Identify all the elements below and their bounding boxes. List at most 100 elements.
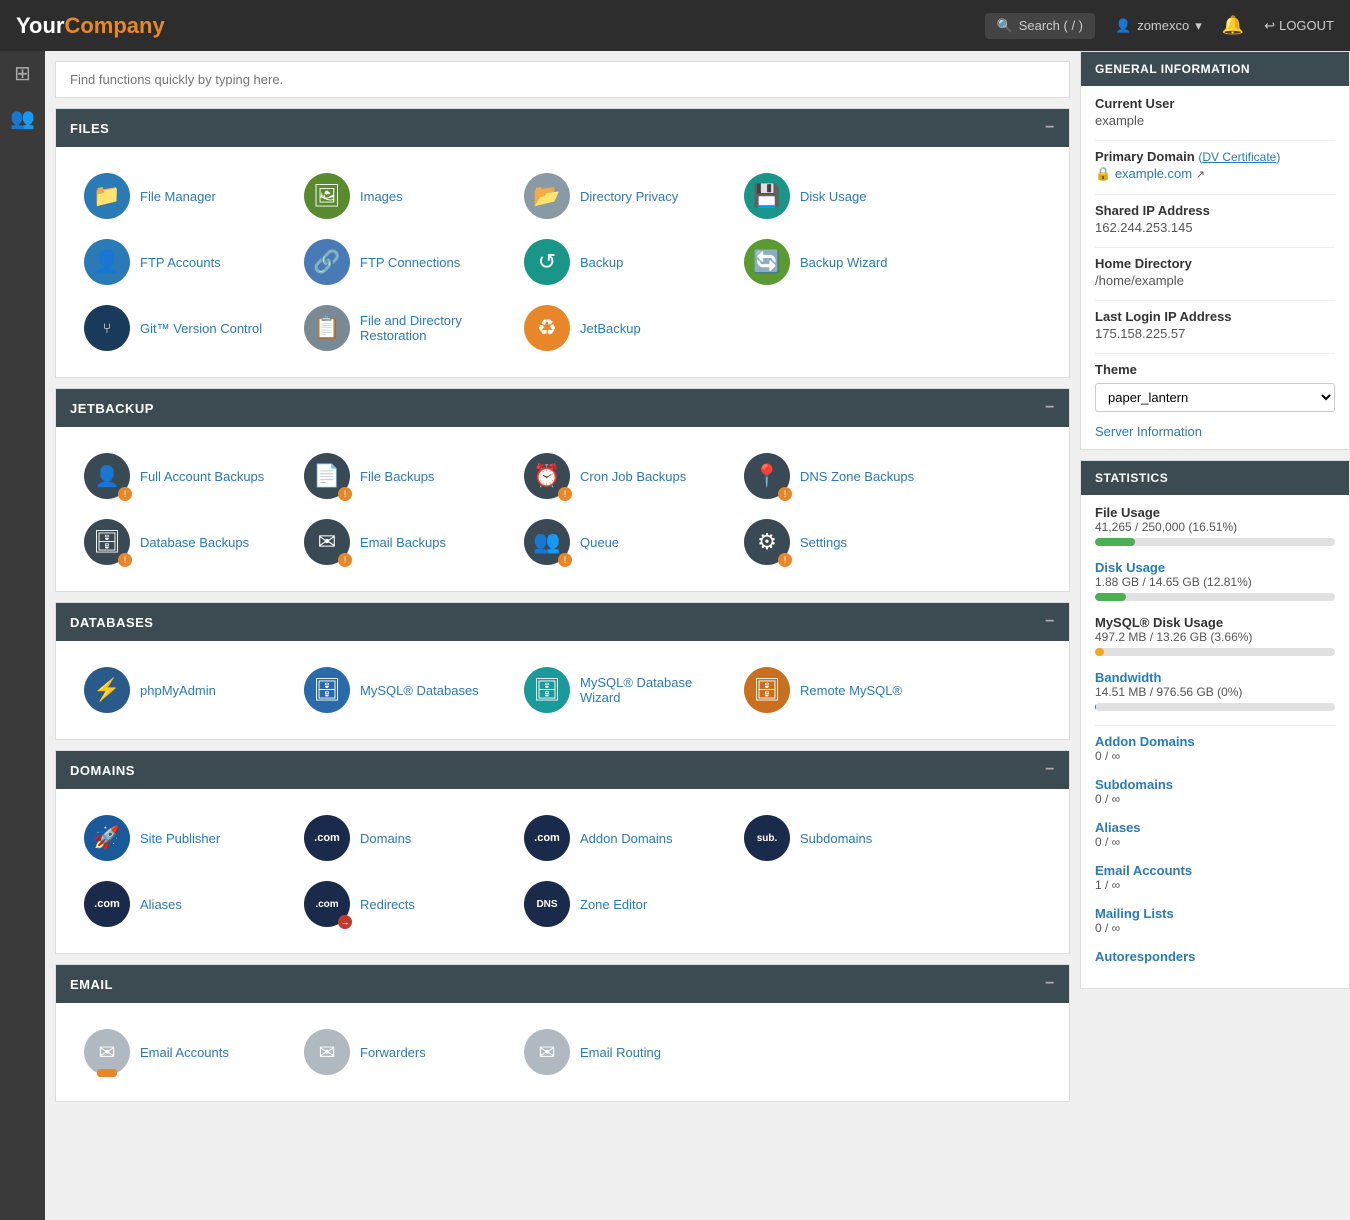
email-accounts-item[interactable]: ✉ Email Accounts (76, 1019, 296, 1085)
email-backups-label: Email Backups (360, 535, 446, 550)
subdomains-stat-link[interactable]: Subdomains (1095, 777, 1173, 792)
directory-privacy-item[interactable]: 📂 Directory Privacy (516, 163, 736, 229)
disk-usage-progress (1095, 593, 1335, 601)
ftp-accounts-item[interactable]: 👤 FTP Accounts (76, 229, 296, 295)
shared-ip-value: 162.244.253.145 (1095, 220, 1335, 235)
email-routing-item[interactable]: ✉ Email Routing (516, 1019, 736, 1085)
mailing-lists-stat-link[interactable]: Mailing Lists (1095, 906, 1174, 921)
search-box[interactable]: 🔍 Search ( / ) (985, 13, 1095, 39)
site-publisher-item[interactable]: 🚀 Site Publisher (76, 805, 296, 871)
shared-ip-row: Shared IP Address 162.244.253.145 (1095, 203, 1335, 235)
logo-company: Company (64, 13, 164, 38)
mailing-lists-stat: Mailing Lists 0 / ∞ (1095, 906, 1335, 935)
general-info-panel: GENERAL INFORMATION Current User example… (1080, 51, 1350, 450)
quick-find-input[interactable] (56, 62, 1069, 97)
git-version-control-item[interactable]: ⑂ Git™ Version Control (76, 295, 296, 361)
mysql-databases-item[interactable]: 🗄 MySQL® Databases (296, 657, 516, 723)
email-section-header[interactable]: EMAIL − (56, 965, 1069, 1003)
mysql-database-wizard-item[interactable]: 🗄 MySQL® Database Wizard (516, 657, 736, 723)
redirects-item[interactable]: .com → Redirects (296, 871, 516, 937)
statistics-title: STATISTICS (1095, 471, 1168, 485)
disk-usage-link[interactable]: Disk Usage (1095, 560, 1165, 575)
forwarders-item[interactable]: ✉ Forwarders (296, 1019, 516, 1085)
email-accounts-stat-link[interactable]: Email Accounts (1095, 863, 1192, 878)
redirects-icon: .com → (304, 881, 350, 927)
general-info-title: GENERAL INFORMATION (1095, 62, 1250, 76)
notification-icon[interactable]: 🔔 (1222, 15, 1244, 36)
domains-item[interactable]: .com Domains (296, 805, 516, 871)
domains-title: DOMAINS (70, 763, 135, 778)
subdomains-item[interactable]: sub. Subdomains (736, 805, 956, 871)
backup-wizard-item[interactable]: 🔄 Backup Wizard (736, 229, 956, 295)
theme-select[interactable]: paper_lantern (1095, 383, 1335, 412)
files-section-header[interactable]: FILES − (56, 109, 1069, 147)
databases-section-header[interactable]: DATABASES − (56, 603, 1069, 641)
disk-usage-item[interactable]: 💾 Disk Usage (736, 163, 956, 229)
file-usage-label: File Usage (1095, 505, 1335, 520)
domains-section: DOMAINS − 🚀 Site Publisher .com Domains … (55, 750, 1070, 954)
user-menu[interactable]: 👤 zomexco ▾ (1115, 18, 1202, 34)
settings-item[interactable]: ⚙ ! Settings (736, 509, 956, 575)
home-dir-value: /home/example (1095, 273, 1335, 288)
bandwidth-link[interactable]: Bandwidth (1095, 670, 1161, 685)
redirects-label: Redirects (360, 897, 415, 912)
jetbackup-section-header[interactable]: JETBACKUP − (56, 389, 1069, 427)
email-routing-icon: ✉ (524, 1029, 570, 1075)
jetbackup-item[interactable]: ♻ JetBackup (516, 295, 736, 361)
phpmyadmin-item[interactable]: ⚡ phpMyAdmin (76, 657, 296, 723)
dv-cert-link[interactable]: DV Certificate (1202, 150, 1276, 164)
backup-item[interactable]: ↺ Backup (516, 229, 736, 295)
bandwidth-value: 14.51 MB / 976.56 GB (0%) (1095, 685, 1335, 699)
full-account-backups-item[interactable]: 👤 ! Full Account Backups (76, 443, 296, 509)
database-backups-item[interactable]: 🗄 ! Database Backups (76, 509, 296, 575)
bandwidth-stat: Bandwidth 14.51 MB / 976.56 GB (0%) (1095, 670, 1335, 711)
phpmyadmin-label: phpMyAdmin (140, 683, 216, 698)
logout-button[interactable]: ↩ LOGOUT (1264, 18, 1334, 34)
cron-job-backups-item[interactable]: ⏰ ! Cron Job Backups (516, 443, 736, 509)
email-routing-label: Email Routing (580, 1045, 661, 1060)
forwarders-label: Forwarders (360, 1045, 426, 1060)
statistics-body: File Usage 41,265 / 250,000 (16.51%) Dis… (1081, 495, 1349, 988)
autoresponders-stat-link[interactable]: Autoresponders (1095, 949, 1195, 964)
jetbackup-section: JETBACKUP − 👤 ! Full Account Backups 📄 ! (55, 388, 1070, 592)
logout-label: LOGOUT (1279, 18, 1334, 33)
external-link-icon: ↗ (1196, 169, 1205, 181)
domains-section-header[interactable]: DOMAINS − (56, 751, 1069, 789)
users-icon[interactable]: 👥 (10, 106, 35, 131)
grid-icon[interactable]: ⊞ (14, 61, 31, 86)
zone-editor-item[interactable]: DNS Zone Editor (516, 871, 736, 937)
ftp-connections-icon: 🔗 (304, 239, 350, 285)
aliases-item[interactable]: .com Aliases (76, 871, 296, 937)
file-usage-progress (1095, 538, 1335, 546)
file-dir-restoration-label: File and Directory Restoration (360, 313, 508, 343)
file-backups-icon: 📄 ! (304, 453, 350, 499)
quick-find (55, 61, 1070, 98)
email-backups-icon: ✉ ! (304, 519, 350, 565)
file-manager-icon: 📁 (84, 173, 130, 219)
disk-usage-fill (1095, 593, 1126, 601)
file-manager-label: File Manager (140, 189, 216, 204)
server-info-link[interactable]: Server Information (1095, 424, 1335, 439)
email-backups-item[interactable]: ✉ ! Email Backups (296, 509, 516, 575)
remote-mysql-item[interactable]: 🗄 Remote MySQL® (736, 657, 956, 723)
file-manager-item[interactable]: 📁 File Manager (76, 163, 296, 229)
email-section: EMAIL − ✉ Email Accounts ✉ Forwarders (55, 964, 1070, 1102)
dns-zone-backups-item[interactable]: 📍 ! DNS Zone Backups (736, 443, 956, 509)
addon-domains-stat-link[interactable]: Addon Domains (1095, 734, 1195, 749)
last-login-value: 175.158.225.57 (1095, 326, 1335, 341)
file-dir-restoration-item[interactable]: 📋 File and Directory Restoration (296, 295, 516, 361)
dns-zone-backups-label: DNS Zone Backups (800, 469, 914, 484)
queue-item[interactable]: 👥 ! Queue (516, 509, 736, 575)
aliases-stat-link[interactable]: Aliases (1095, 820, 1141, 835)
addon-domains-label: Addon Domains (580, 831, 673, 846)
ftp-connections-item[interactable]: 🔗 FTP Connections (296, 229, 516, 295)
ftp-accounts-icon: 👤 (84, 239, 130, 285)
addon-domains-item[interactable]: .com Addon Domains (516, 805, 736, 871)
current-user-label: Current User (1095, 96, 1335, 111)
databases-section: DATABASES − ⚡ phpMyAdmin 🗄 MySQL® Databa… (55, 602, 1070, 740)
queue-label: Queue (580, 535, 619, 550)
mysql-usage-progress (1095, 648, 1335, 656)
domain-link[interactable]: example.com (1115, 166, 1192, 181)
file-backups-item[interactable]: 📄 ! File Backups (296, 443, 516, 509)
images-item[interactable]: 🖼 Images (296, 163, 516, 229)
